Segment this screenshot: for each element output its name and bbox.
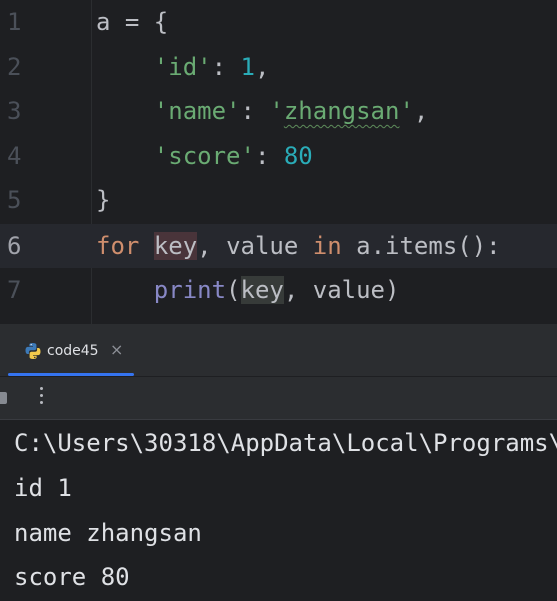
active-tab-indicator [8, 373, 134, 376]
code-text: 'score': 80 [153, 142, 313, 170]
code-line[interactable]: 2 'id': 1, [0, 45, 557, 89]
variable-highlight: key [153, 232, 198, 260]
close-icon[interactable]: × [110, 341, 123, 359]
code-text: 'name': 'zhangsan', [153, 97, 429, 125]
console-line: C:\Users\30318\AppData\Local\Programs\Py… [14, 429, 557, 457]
python-file-icon [25, 343, 41, 359]
console-output[interactable]: C:\Users\30318\AppData\Local\Programs\Py… [0, 420, 557, 601]
run-tool-window-tabs: code45 × [0, 324, 557, 377]
console-line: name zhangsan [14, 519, 202, 547]
code-text: a = { [96, 8, 169, 36]
console-line: id 1 [14, 474, 72, 502]
line-number: 3 [7, 97, 22, 125]
console-line: score 80 [14, 563, 130, 591]
line-number: 1 [7, 8, 22, 36]
code-text: 'id': 1, [153, 53, 270, 81]
code-line[interactable]: 3 'name': 'zhangsan', [0, 89, 557, 133]
code-text: print(key, value) [153, 276, 400, 304]
code-text: for key, value in a.items(): [96, 232, 501, 260]
variable-reference-highlight: key [240, 276, 284, 304]
code-line[interactable]: 5 } [0, 178, 557, 222]
code-editor[interactable]: 1 a = { 2 'id': 1, 3 'name': 'zhangsan',… [0, 0, 557, 324]
code-line-current[interactable]: 6 for key, value in a.items(): [0, 224, 557, 268]
tab-code45[interactable]: code45 × [8, 324, 134, 376]
run-actions-bar [0, 377, 557, 420]
line-number: 2 [7, 53, 22, 81]
code-text: } [96, 186, 111, 214]
code-line[interactable]: 7 print(key, value) [0, 268, 557, 312]
line-number: 5 [7, 186, 22, 214]
code-line[interactable]: 1 a = { [0, 0, 557, 44]
tab-label: code45 [47, 343, 99, 359]
code-line[interactable]: 4 'score': 80 [0, 134, 557, 178]
more-options-icon[interactable] [40, 387, 44, 407]
line-number: 7 [7, 276, 22, 304]
line-number: 4 [7, 142, 22, 170]
typo-warning: zhangsan [283, 97, 400, 125]
line-number: 6 [7, 232, 22, 260]
stop-icon[interactable] [0, 392, 7, 404]
